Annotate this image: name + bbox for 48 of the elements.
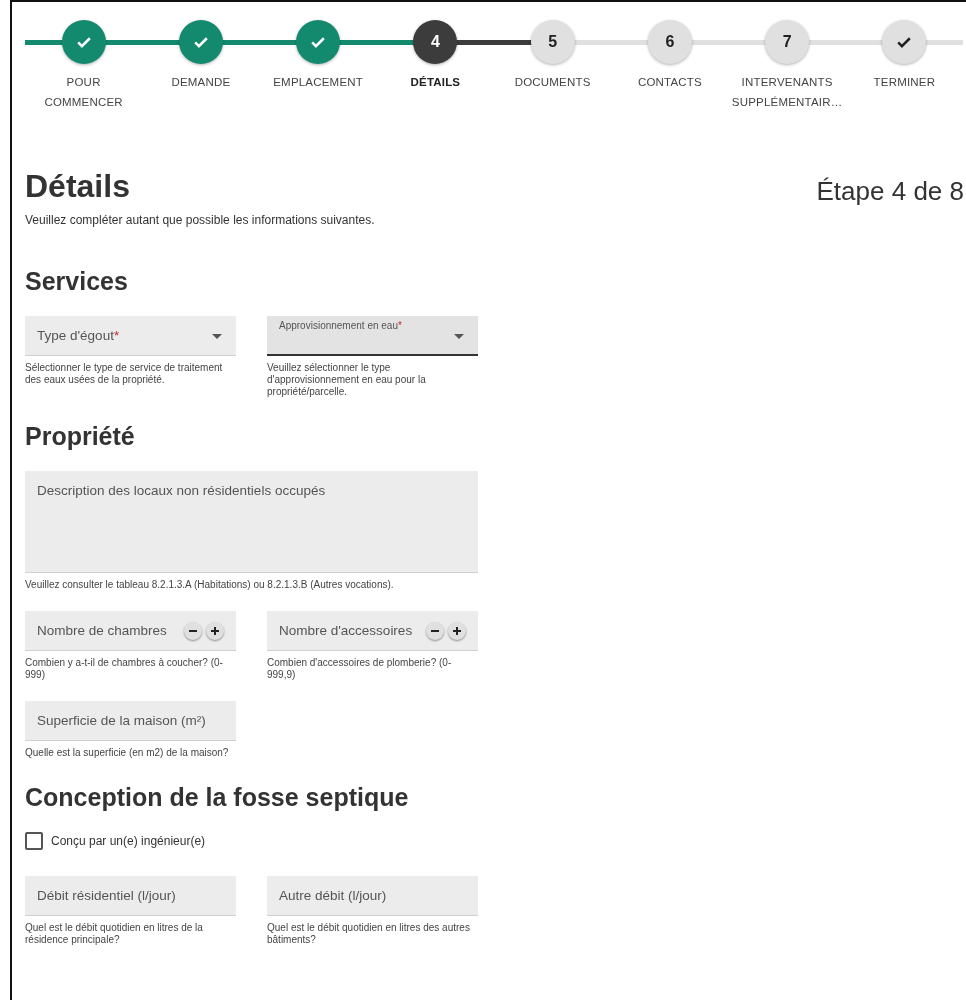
- help-text: Combien d'accessoires de plomberie? (0-999,9): [267, 657, 453, 681]
- increment-button[interactable]: [448, 621, 466, 640]
- step-label[interactable]: EMPLACEMENT: [273, 72, 363, 92]
- help-text: Veuillez sélectionner le type d'approvisionnement en eau pour la propriété/parcelle.: [267, 362, 427, 398]
- increment-button[interactable]: [206, 621, 224, 640]
- step-circle[interactable]: [61, 20, 106, 64]
- input-field[interactable]: Nombre d'accessoires: [267, 611, 478, 651]
- help-text: Quelle est la superficie (en m2) de la maison?: [25, 747, 230, 759]
- step-label[interactable]: DÉTAILS: [410, 72, 461, 92]
- section-title: Conception de la fosse septique: [25, 783, 410, 812]
- intro-text: Veuillez compléter autant que possible les informations suivantes.: [25, 213, 376, 227]
- help-text: Veuillez consulter le tableau 8.2.1.3.A (Habitations) ou 8.2.1.3.B (Autres vocations).: [25, 579, 395, 591]
- step-circle[interactable]: [178, 20, 223, 64]
- plus-icon: [210, 625, 220, 636]
- page-title: Détails: [25, 168, 130, 205]
- input-field[interactable]: Approvisionnement en eau*: [267, 316, 478, 356]
- help-text: Quel est le débit quotidien en litres des autres bâtiments?: [267, 922, 471, 946]
- help-text: Combien y a-t-il de chambres à coucher? (0-999): [25, 657, 224, 681]
- step-label[interactable]: INTERVENANTS SUPPLÉMENTAIR…: [731, 72, 844, 112]
- step-label[interactable]: DEMANDE: [171, 72, 231, 92]
- step-circle[interactable]: 4: [413, 20, 458, 64]
- input-field[interactable]: Débit résidentiel (l/jour): [25, 876, 236, 916]
- step-label[interactable]: CONTACTS: [637, 72, 702, 92]
- dropdown-caret-icon: [454, 334, 464, 339]
- input-field[interactable]: Nombre de chambres: [25, 611, 236, 651]
- input-field[interactable]: Description des locaux non résidentiels occupés: [25, 471, 478, 573]
- input-field[interactable]: Type d'égout*: [25, 316, 236, 356]
- step-circle[interactable]: [882, 20, 927, 64]
- section-title: Services: [25, 267, 129, 296]
- input-field[interactable]: Autre débit (l/jour): [267, 876, 478, 916]
- step-circle[interactable]: 6: [647, 20, 692, 64]
- decrement-button[interactable]: [184, 621, 202, 640]
- step-label[interactable]: DOCUMENTS: [514, 72, 591, 92]
- step-indicator: Étape 4 de 8: [816, 176, 964, 207]
- step-label[interactable]: POUR COMMENCER: [27, 72, 140, 112]
- step-circle[interactable]: [296, 20, 341, 64]
- checkbox-label[interactable]: Conçu par un(e) ingénieur(e): [51, 834, 206, 848]
- input-field[interactable]: Superficie de la maison (m²): [25, 701, 236, 741]
- section-title: Propriété: [25, 422, 136, 451]
- plus-icon: [452, 625, 462, 636]
- checkbox[interactable]: [25, 832, 43, 850]
- help-text: Sélectionner le type de service de traitement des eaux usées de la propriété.: [25, 362, 224, 386]
- help-text: Quel est le débit quotidien en litres de la résidence principale?: [25, 922, 204, 946]
- decrement-button[interactable]: [426, 621, 444, 640]
- step-circle[interactable]: 5: [530, 20, 575, 64]
- step-circle[interactable]: 7: [765, 20, 810, 64]
- step-label[interactable]: TERMINER: [873, 72, 936, 92]
- dropdown-caret-icon: [212, 334, 222, 339]
